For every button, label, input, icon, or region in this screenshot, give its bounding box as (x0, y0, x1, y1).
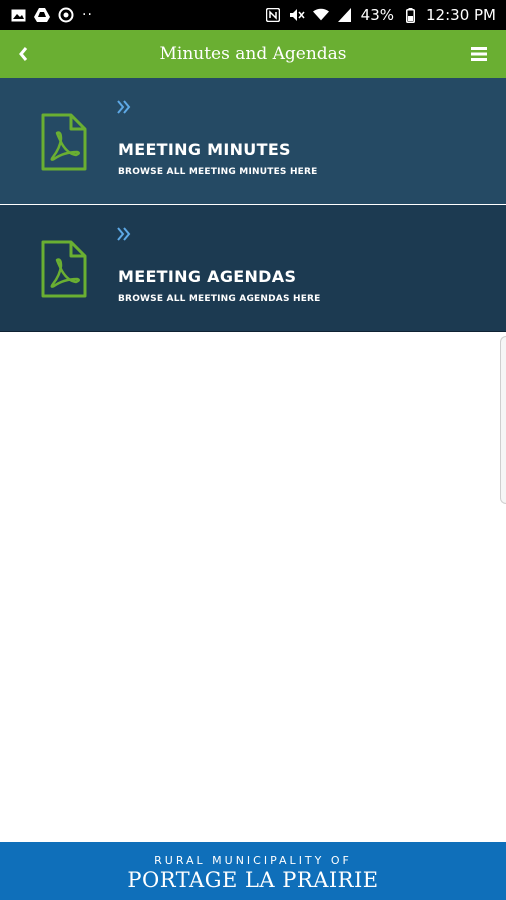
page-title: Minutes and Agendas (159, 44, 347, 64)
drive-icon (34, 7, 50, 23)
menu-button[interactable] (468, 42, 490, 66)
scroll-indicator[interactable] (500, 336, 506, 504)
signal-icon (337, 7, 353, 23)
status-left: ·· (10, 7, 93, 23)
double-chevron-right-icon (117, 227, 131, 241)
list-item-meeting-minutes[interactable]: MEETING MINUTES BROWSE ALL MEETING MINUT… (0, 78, 506, 204)
at-sign-icon (58, 7, 74, 23)
item-title: MEETING AGENDAS (118, 267, 297, 286)
battery-icon (402, 7, 418, 23)
status-right: 43% 12:30 PM (265, 6, 496, 24)
footer-subtitle: RURAL MUNICIPALITY OF (154, 854, 352, 867)
footer-title: PORTAGE LA PRAIRIE (127, 868, 379, 892)
double-chevron-right-icon (117, 100, 131, 114)
battery-percent: 43% (360, 6, 395, 24)
wifi-icon (312, 7, 329, 23)
list-item-meeting-agendas[interactable]: MEETING AGENDAS BROWSE ALL MEETING AGEND… (0, 205, 506, 332)
app-header: Minutes and Agendas (0, 30, 506, 78)
nfc-icon (265, 7, 281, 23)
more-dots-icon: ·· (82, 7, 93, 23)
pdf-document-icon (41, 240, 87, 298)
pdf-document-icon (41, 113, 87, 171)
mute-icon (289, 7, 305, 23)
status-bar: ·· 43% 12:30 PM (0, 0, 506, 30)
image-icon (10, 7, 26, 23)
chevron-left-icon (19, 47, 28, 61)
item-title: MEETING MINUTES (118, 140, 291, 159)
item-subtitle: BROWSE ALL MEETING MINUTES HERE (118, 167, 318, 177)
item-subtitle: BROWSE ALL MEETING AGENDAS HERE (118, 294, 321, 304)
hamburger-menu-icon (471, 47, 487, 61)
clock: 12:30 PM (426, 6, 496, 24)
back-button[interactable] (12, 42, 34, 66)
footer-logo-banner: RURAL MUNICIPALITY OF PORTAGE LA PRAIRIE (0, 842, 506, 900)
